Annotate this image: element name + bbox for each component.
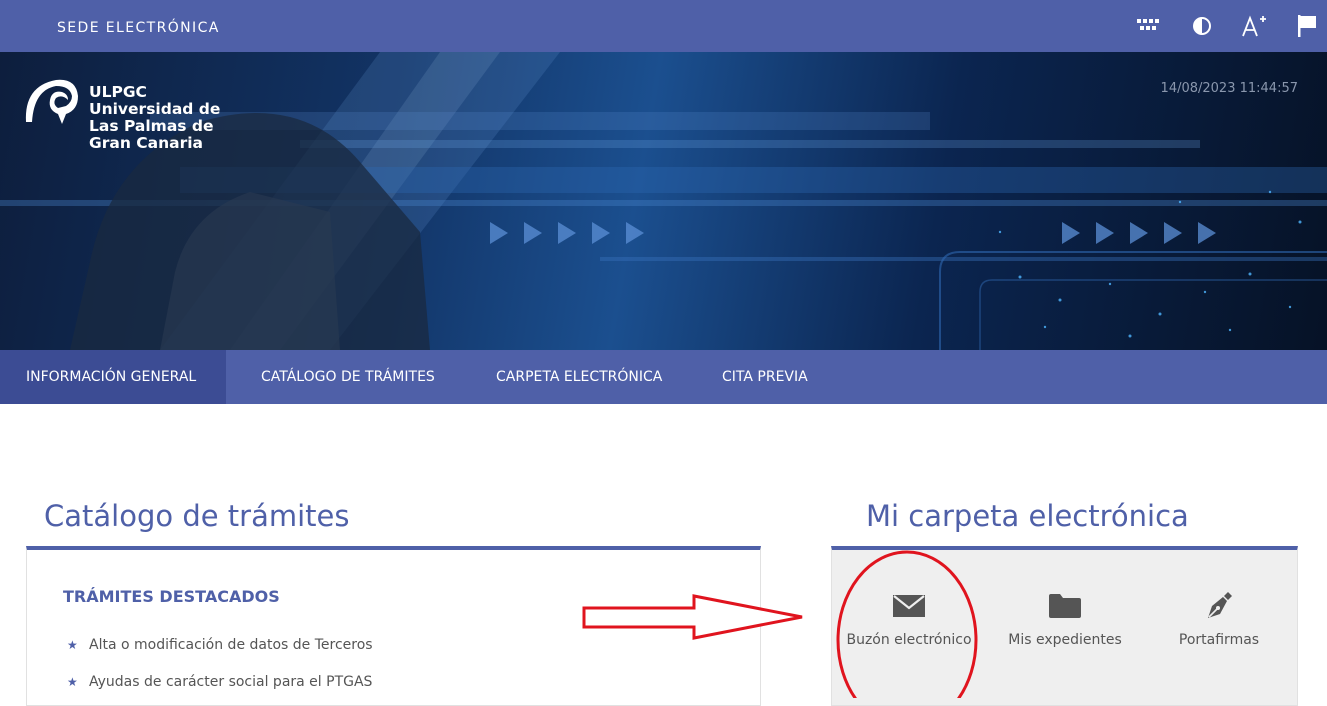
logo-acronym: ULPGC [89, 83, 147, 101]
nav-item-label: CITA PREVIA [722, 369, 808, 385]
nav-item-cita-previa[interactable]: CITA PREVIA [722, 350, 808, 404]
star-icon: ★ [67, 638, 78, 652]
folder-icon [1048, 590, 1082, 622]
nav-item-catalogo-tramites[interactable]: CATÁLOGO DE TRÁMITES [261, 350, 435, 404]
language-flag-icon[interactable] [1294, 13, 1320, 39]
tile-label: Buzón electrónico [846, 632, 972, 648]
ulpgc-logo-mark-icon [25, 79, 78, 124]
top-utility-bar: SEDE ELECTRÓNICA [0, 0, 1327, 52]
electronic-folder-section-title: Mi carpeta electrónica [866, 499, 1189, 533]
tile-mis-expedientes[interactable]: Mis expedientes [990, 590, 1140, 660]
header-banner: ULPGC Universidad de Las Palmas de Gran … [0, 52, 1327, 350]
logo-line-2: Las Palmas de [89, 117, 214, 135]
list-item[interactable]: ★ Alta o modificación de datos de Tercer… [67, 637, 373, 653]
nav-item-label: CARPETA ELECTRÓNICA [496, 369, 663, 385]
pen-nib-icon [1204, 590, 1234, 622]
tile-portafirmas[interactable]: Portafirmas [1144, 590, 1294, 660]
current-datetime: 14/08/2023 11:44:57 [1160, 81, 1298, 96]
ulpgc-logo-text: ULPGC Universidad de Las Palmas de Gran … [89, 84, 220, 152]
electronic-folder-card: Buzón electrónico Mis expedientes Portaf… [831, 546, 1298, 706]
sitemap-icon[interactable] [1135, 13, 1161, 39]
nav-item-label: INFORMACIÓN GENERAL [26, 369, 197, 385]
nav-item-label: CATÁLOGO DE TRÁMITES [261, 369, 435, 385]
logo-line-1: Universidad de [89, 100, 221, 118]
star-icon: ★ [67, 675, 78, 689]
font-size-icon[interactable] [1241, 13, 1267, 39]
catalog-section-title: Catálogo de trámites [44, 499, 350, 533]
contrast-icon[interactable] [1189, 13, 1215, 39]
main-navigation: INFORMACIÓN GENERAL CATÁLOGO DE TRÁMITES… [0, 350, 1327, 404]
procedure-link[interactable]: Ayudas de carácter social para el PTGAS [89, 674, 372, 690]
catalog-card: TRÁMITES DESTACADOS ★ Alta o modificació… [26, 546, 761, 706]
procedure-link[interactable]: Alta o modificación de datos de Terceros [89, 637, 373, 653]
ulpgc-logo[interactable]: ULPGC Universidad de Las Palmas de Gran … [22, 74, 222, 164]
tile-label: Portafirmas [1178, 632, 1260, 648]
nav-item-informacion-general[interactable]: INFORMACIÓN GENERAL [0, 350, 226, 404]
featured-procedures-heading: TRÁMITES DESTACADOS [63, 587, 280, 606]
nav-item-carpeta-electronica[interactable]: CARPETA ELECTRÓNICA [496, 350, 662, 404]
tile-buzon-electronico[interactable]: Buzón electrónico [834, 590, 984, 660]
envelope-icon [892, 590, 926, 622]
tile-label: Mis expedientes [1008, 632, 1122, 648]
site-name[interactable]: SEDE ELECTRÓNICA [57, 20, 220, 36]
list-item[interactable]: ★ Ayudas de carácter social para el PTGA… [67, 674, 372, 690]
logo-line-3: Gran Canaria [89, 134, 204, 152]
